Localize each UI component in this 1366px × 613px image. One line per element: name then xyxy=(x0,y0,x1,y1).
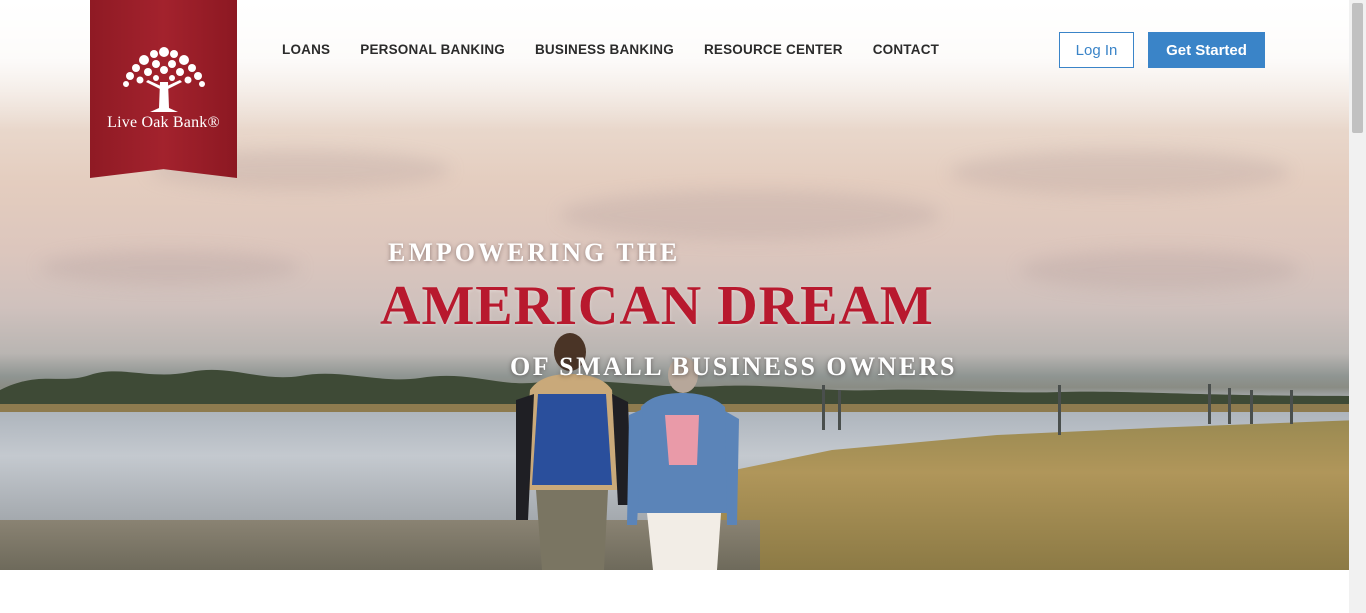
nav-item-personal-banking[interactable]: PERSONAL BANKING xyxy=(360,42,505,57)
get-started-button[interactable]: Get Started xyxy=(1148,32,1265,68)
cloud xyxy=(40,250,300,285)
hero-headline-line1: EMPOWERING THE xyxy=(388,238,681,267)
dock-post xyxy=(1290,390,1293,424)
cloud xyxy=(1020,250,1300,290)
woman-figure xyxy=(627,357,739,570)
oak-tree-icon xyxy=(123,47,205,112)
dock-post xyxy=(1058,385,1061,435)
brand-wordmark: Live Oak Bank® xyxy=(107,114,220,131)
nav-item-loans[interactable]: LOANS xyxy=(282,42,330,57)
cloud xyxy=(560,190,940,240)
brand-logo[interactable]: Live Oak Bank® xyxy=(90,0,237,178)
cloud xyxy=(950,150,1290,195)
dock-post xyxy=(822,385,825,430)
dock-post xyxy=(838,390,841,430)
login-button[interactable]: Log In xyxy=(1059,32,1134,68)
nav-item-business-banking[interactable]: BUSINESS BANKING xyxy=(535,42,674,57)
dock-post xyxy=(1208,384,1211,424)
nav-item-contact[interactable]: CONTACT xyxy=(873,42,939,57)
vertical-scrollbar[interactable] xyxy=(1349,0,1366,613)
dock-post xyxy=(1228,388,1231,424)
hero-headline-line3: OF SMALL BUSINESS OWNERS xyxy=(510,352,957,381)
hero-headline-line2: AMERICAN DREAM xyxy=(380,275,934,337)
scrollbar-thumb[interactable] xyxy=(1352,3,1363,133)
dock-post xyxy=(1250,390,1253,424)
nav-item-resource-center[interactable]: RESOURCE CENTER xyxy=(704,42,843,57)
site-header: Live Oak Bank® LOANS PERSONAL BANKING BU… xyxy=(0,0,1349,178)
main-nav: LOANS PERSONAL BANKING BUSINESS BANKING … xyxy=(282,42,939,57)
